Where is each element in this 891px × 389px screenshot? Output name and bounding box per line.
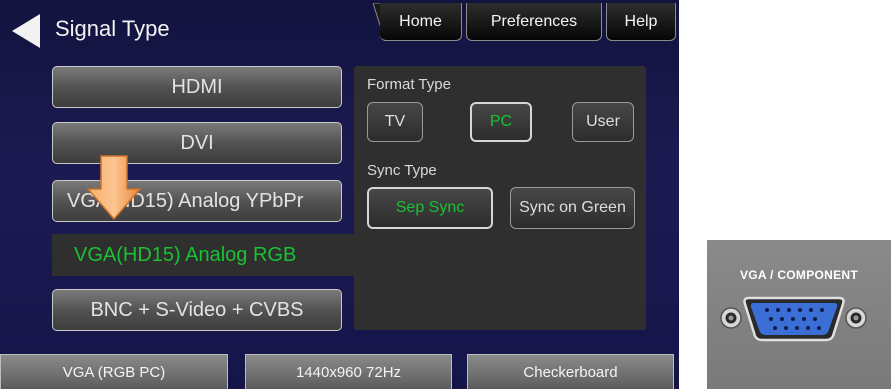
- sync-on-green-button[interactable]: Sync on Green: [510, 187, 635, 229]
- back-arrow-icon[interactable]: [10, 12, 42, 50]
- sync-sep-button[interactable]: Sep Sync: [367, 187, 493, 229]
- format-tv-button[interactable]: TV: [367, 102, 423, 142]
- title-bar: Signal Type Home Preferences Help: [0, 0, 679, 62]
- help-button[interactable]: Help: [606, 3, 676, 41]
- vga-port-icon: [720, 296, 867, 342]
- signal-hdmi-button[interactable]: HDMI: [52, 66, 342, 108]
- status-format: 1440x960 72Hz: [245, 354, 452, 389]
- status-image: Checkerboard: [467, 354, 674, 389]
- format-pc-button[interactable]: PC: [470, 102, 532, 142]
- options-panel: Format Type TV PC User Sync Type Sep Syn…: [354, 66, 646, 330]
- signal-vga-rgb-button[interactable]: VGA(HD15) Analog RGB: [52, 234, 357, 276]
- screw-icon: [720, 307, 742, 329]
- sync-type-label: Sync Type: [367, 162, 437, 179]
- signal-bnc-button[interactable]: BNC + S-Video + CVBS: [52, 289, 342, 331]
- format-user-button[interactable]: User: [572, 102, 634, 142]
- page-title: Signal Type: [55, 16, 170, 41]
- status-interface: VGA (RGB PC): [0, 354, 228, 389]
- home-button[interactable]: Home: [380, 3, 462, 41]
- vga-connector-photo: VGA / COMPONENT: [707, 240, 891, 389]
- preferences-button[interactable]: Preferences: [466, 3, 602, 41]
- screw-icon: [845, 307, 867, 329]
- format-type-label: Format Type: [367, 76, 451, 93]
- signal-type-screen: Signal Type Home Preferences Help HDMI D…: [0, 0, 679, 389]
- down-arrow-icon: [86, 155, 142, 221]
